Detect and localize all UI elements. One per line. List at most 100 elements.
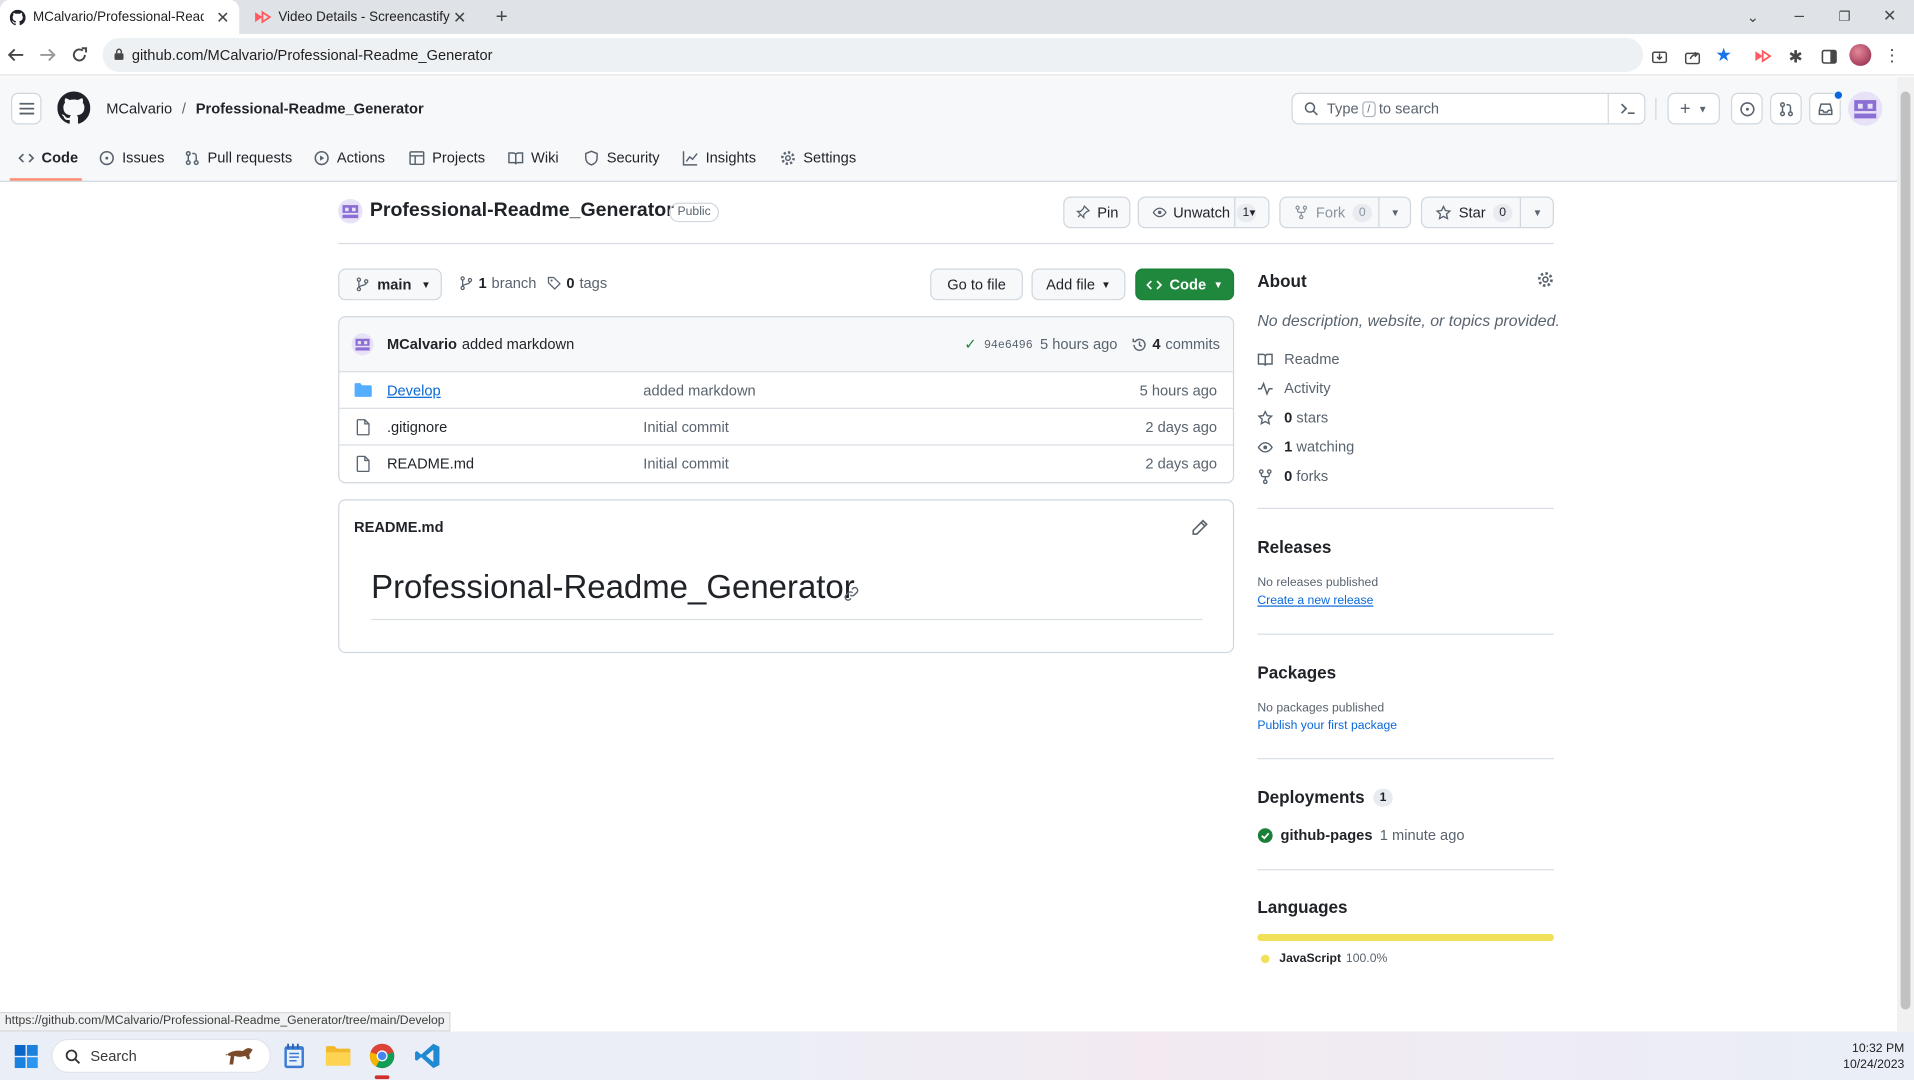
taskbar-search-label: Search <box>90 1047 137 1065</box>
file-explorer-icon[interactable] <box>325 1044 352 1068</box>
tab-settings[interactable]: Settings <box>780 144 856 171</box>
page-scrollbar[interactable] <box>1896 76 1914 1032</box>
code-dropdown-button[interactable]: Code ▼ <box>1135 268 1235 301</box>
sidebar-item-watching[interactable]: 1 watching <box>1257 438 1354 455</box>
tab-projects[interactable]: Projects <box>409 144 485 171</box>
user-avatar[interactable] <box>1848 91 1883 126</box>
language-item[interactable]: JavaScript 100.0% <box>1260 952 1388 966</box>
forward-icon[interactable] <box>38 45 58 65</box>
notifications-button[interactable] <box>1809 90 1844 125</box>
table-row[interactable]: README.md Initial commit 2 days ago <box>339 444 1235 481</box>
repo-title[interactable]: Professional-Readme_Generator <box>370 200 674 222</box>
close-tab-icon[interactable]: ✕ <box>453 9 466 29</box>
vscode-app-icon[interactable] <box>414 1042 441 1069</box>
bookmark-star-icon[interactable]: ★ <box>1714 45 1734 66</box>
tab-actions[interactable]: Actions <box>314 144 385 171</box>
screencastify-extension-icon[interactable] <box>1753 46 1773 66</box>
tab-pull-requests[interactable]: Pull requests <box>184 144 292 171</box>
tab-search-chevron-icon[interactable]: ⌄ <box>1743 7 1763 27</box>
site-info-icon[interactable] <box>112 48 125 61</box>
sidebar-item-readme[interactable]: Readme <box>1257 350 1340 367</box>
breadcrumb-repo[interactable]: Professional-Readme_Generator <box>196 100 424 117</box>
browser-profile-avatar[interactable] <box>1849 43 1872 66</box>
anchor-link-icon[interactable] <box>844 586 860 602</box>
watching-count: 1 <box>1284 438 1293 456</box>
publish-package-link[interactable]: Publish your first package <box>1257 719 1397 732</box>
tags-link[interactable]: 0 tags <box>547 275 607 292</box>
commit-sha[interactable]: 94e6496 <box>984 338 1033 351</box>
file-commit-message[interactable]: Initial commit <box>643 455 728 472</box>
chrome-app-icon[interactable] <box>369 1042 396 1080</box>
address-bar[interactable]: github.com/MCalvario/Professional-Readme… <box>102 37 1644 73</box>
browser-tab-screencastify[interactable]: Video Details - Screencastify ✕ <box>244 0 476 34</box>
commit-author[interactable]: MCalvario <box>387 336 457 353</box>
minimize-icon[interactable]: – <box>1790 5 1810 25</box>
caret-down-icon[interactable]: ▼ <box>1378 197 1411 228</box>
commit-author-avatar[interactable] <box>351 333 374 356</box>
file-name[interactable]: README.md <box>387 455 474 472</box>
hamburger-menu-button[interactable] <box>10 92 42 125</box>
command-palette-icon[interactable] <box>1607 93 1646 124</box>
unwatch-button[interactable]: Unwatch 1 ▼ <box>1137 196 1270 229</box>
reload-icon[interactable] <box>70 45 90 65</box>
tab-code[interactable]: Code <box>18 144 78 171</box>
taskbar-search[interactable]: Search <box>51 1038 271 1073</box>
tab-wiki[interactable]: Wiki <box>508 144 559 171</box>
browser-tab-github[interactable]: MCalvario/Professional-Readme ✕ <box>0 0 240 35</box>
tab-security[interactable]: Security <box>583 144 660 171</box>
back-icon[interactable] <box>6 45 26 65</box>
tab-issues[interactable]: Issues <box>99 144 164 171</box>
repo-owner-avatar[interactable] <box>338 198 363 224</box>
commits-link[interactable]: 4 commits <box>1132 336 1220 353</box>
create-new-button[interactable]: + ▼ <box>1667 92 1720 125</box>
file-name[interactable]: .gitignore <box>387 418 447 435</box>
star-button[interactable]: Star 0 ▼ <box>1420 196 1554 229</box>
close-tab-icon[interactable]: ✕ <box>216 9 229 29</box>
scrollbar-thumb[interactable] <box>1900 91 1911 1010</box>
add-file-button[interactable]: Add file ▼ <box>1031 268 1126 301</box>
browser-menu-icon[interactable]: ⋮ <box>1884 45 1901 65</box>
install-app-icon[interactable] <box>1649 46 1669 66</box>
tab-insights[interactable]: Insights <box>682 144 756 171</box>
windows-start-icon[interactable] <box>14 1044 38 1069</box>
file-name[interactable]: Develop <box>387 381 441 398</box>
notepad-app-icon[interactable] <box>283 1042 305 1069</box>
pin-button[interactable]: Pin <box>1063 196 1131 229</box>
about-gear-icon[interactable] <box>1537 271 1554 288</box>
releases-title[interactable]: Releases <box>1257 537 1331 557</box>
sidebar-item-stars[interactable]: 0 stars <box>1257 409 1328 426</box>
about-description: No description, website, or topics provi… <box>1257 311 1560 330</box>
table-row[interactable]: .gitignore Initial commit 2 days ago <box>339 407 1235 445</box>
commit-message[interactable]: added markdown <box>462 336 574 353</box>
table-row[interactable]: Develop added markdown 5 hours ago <box>339 371 1235 408</box>
packages-title[interactable]: Packages <box>1257 663 1336 683</box>
go-to-file-button[interactable]: Go to file <box>930 268 1023 301</box>
breadcrumb-owner[interactable]: MCalvario <box>106 100 172 117</box>
caret-down-icon[interactable]: ▼ <box>1519 197 1554 228</box>
branch-select-button[interactable]: main ▼ <box>338 268 442 301</box>
extensions-puzzle-icon[interactable]: ✱ <box>1786 46 1806 66</box>
deployment-item[interactable]: github-pages 1 minute ago <box>1257 826 1464 844</box>
share-icon[interactable] <box>1682 46 1702 66</box>
restore-icon[interactable]: ❐ <box>1835 6 1855 26</box>
github-logo-icon[interactable] <box>57 91 91 125</box>
caret-down-icon[interactable]: ▼ <box>1234 197 1269 228</box>
new-tab-icon[interactable]: + <box>491 5 513 28</box>
system-clock[interactable]: 10:32 PM 10/24/2023 <box>1819 1041 1904 1073</box>
edit-pencil-icon[interactable] <box>1191 519 1208 536</box>
fork-button[interactable]: Fork 0 ▼ <box>1279 196 1412 229</box>
readme-filename[interactable]: README.md <box>354 519 444 536</box>
language-percent: 100.0% <box>1345 952 1388 966</box>
file-commit-message[interactable]: Initial commit <box>643 418 728 435</box>
window-close-icon[interactable]: ✕ <box>1880 6 1900 26</box>
create-release-link[interactable]: Create a new release <box>1257 594 1373 607</box>
deployments-heading[interactable]: Deployments 1 <box>1257 787 1393 807</box>
sidebar-item-activity[interactable]: Activity <box>1257 380 1331 397</box>
file-commit-message[interactable]: added markdown <box>643 381 755 398</box>
issues-button[interactable] <box>1730 92 1763 125</box>
pull-requests-button[interactable] <box>1770 92 1802 125</box>
search-input[interactable]: Type / to search <box>1291 92 1646 125</box>
branches-link[interactable]: 1 branch <box>459 275 536 292</box>
sidebar-item-forks[interactable]: 0 forks <box>1257 468 1328 485</box>
side-panel-icon[interactable] <box>1819 46 1839 66</box>
